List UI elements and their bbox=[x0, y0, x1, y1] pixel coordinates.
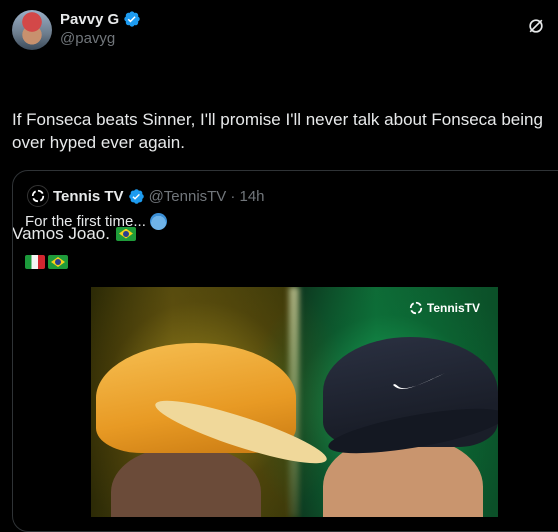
tennis-tv-logo-icon bbox=[409, 301, 422, 315]
quoted-timestamp[interactable]: · 14h bbox=[230, 188, 264, 205]
fonseca-face bbox=[111, 447, 261, 517]
quoted-post-header: Tennis TV @TennisTV · 14h bbox=[27, 185, 265, 207]
watermark-text: TennisTV bbox=[426, 301, 480, 315]
face-emoji-icon bbox=[149, 213, 167, 230]
quoted-post[interactable]: Tennis TV @TennisTV · 14h For the first … bbox=[12, 170, 558, 532]
tennis-tv-logo-icon bbox=[31, 189, 45, 203]
quoted-avatar[interactable] bbox=[27, 185, 49, 207]
verified-badge-icon bbox=[128, 188, 144, 204]
verified-badge-icon bbox=[124, 11, 140, 27]
avatar[interactable] bbox=[12, 10, 52, 50]
author-name-row: Pavvy G bbox=[60, 10, 141, 28]
tennis-tv-watermark: TennisTV bbox=[409, 301, 480, 315]
grok-icon[interactable] bbox=[526, 16, 546, 36]
quoted-media-image[interactable]: TennisTV bbox=[91, 287, 498, 517]
quoted-text: For the first time... bbox=[25, 213, 167, 230]
italy-flag-icon bbox=[25, 255, 45, 269]
brazil-flag-icon bbox=[48, 255, 68, 269]
quoted-text-body: For the first time... bbox=[25, 213, 146, 230]
quoted-display-name[interactable]: Tennis TV bbox=[53, 188, 124, 205]
author-handle[interactable]: @pavyg bbox=[60, 30, 115, 47]
post-header: Pavvy G @pavyg bbox=[12, 10, 552, 50]
swoosh-icon bbox=[393, 373, 445, 389]
post-text-line1: If Fonseca beats Sinner, I'll promise I'… bbox=[12, 110, 548, 152]
quoted-flags bbox=[25, 255, 68, 269]
quoted-handle[interactable]: @TennisTV bbox=[149, 188, 227, 205]
author-display-name[interactable]: Pavvy G bbox=[60, 11, 119, 28]
